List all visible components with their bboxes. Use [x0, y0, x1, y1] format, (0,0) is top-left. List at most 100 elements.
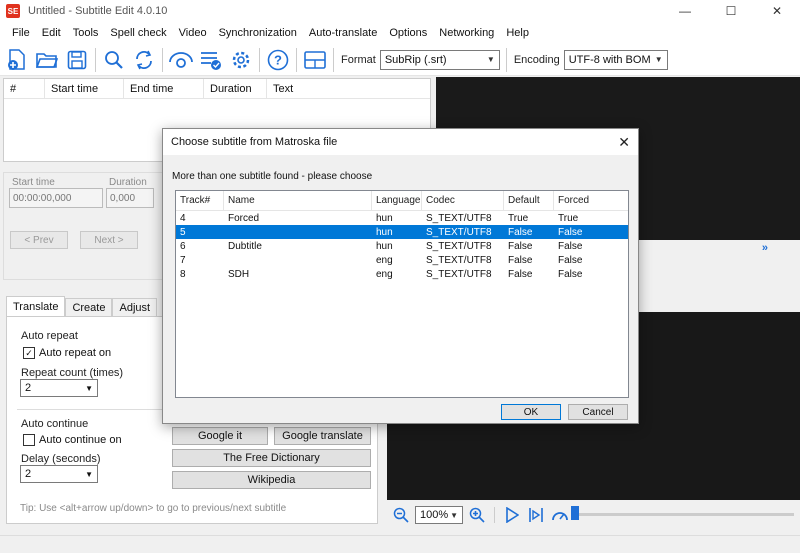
track-row-selected[interactable]: 5 hun S_TEXT/UTF8 False False [176, 225, 628, 239]
track-name [224, 253, 372, 267]
checkbox-empty [23, 434, 35, 446]
auto-repeat-on-checkbox[interactable]: ✓ Auto repeat on [23, 347, 111, 359]
grid-col-end-time[interactable]: End time [124, 79, 204, 98]
duration-field[interactable]: 0,000 [106, 188, 154, 208]
track-language: eng [376, 268, 393, 280]
menu-help[interactable]: Help [500, 27, 535, 39]
chevron-down-icon: ▼ [486, 55, 495, 64]
menu-tools[interactable]: Tools [67, 27, 105, 39]
prev-button[interactable]: < Prev [10, 231, 68, 249]
col-language[interactable]: Language [372, 191, 422, 210]
zoom-in-icon[interactable] [467, 505, 487, 525]
menu-synchronization[interactable]: Synchronization [213, 27, 303, 39]
start-time-field[interactable]: 00:00:00,000 [9, 188, 103, 208]
grid-col-start-time[interactable]: Start time [45, 79, 124, 98]
start-time-label: Start time [12, 177, 55, 188]
dialog-title: Choose subtitle from Matroska file [171, 136, 338, 148]
chevron-down-icon: ▼ [85, 469, 93, 479]
ok-button[interactable]: OK [501, 404, 561, 420]
settings-icon[interactable] [226, 46, 256, 74]
auto-continue-on-checkbox[interactable]: Auto continue on [23, 434, 122, 446]
spell-check-icon[interactable] [196, 46, 226, 74]
col-forced[interactable]: Forced [554, 191, 628, 210]
menu-options[interactable]: Options [383, 27, 433, 39]
track-row[interactable]: 8 SDH eng S_TEXT/UTF8 False False [176, 267, 628, 281]
grid-col-duration[interactable]: Duration [204, 79, 267, 98]
status-bar [0, 535, 800, 553]
help-icon[interactable]: ? [263, 46, 293, 74]
maximize-button[interactable]: ☐ [708, 0, 754, 22]
col-codec[interactable]: Codec [422, 191, 504, 210]
replace-icon[interactable] [129, 46, 159, 74]
app-icon: SE [6, 4, 20, 18]
delay-dropdown[interactable]: 2 ▼ [20, 465, 98, 483]
edit-area: Start time 00:00:00,000 Duration 0,000 <… [3, 172, 163, 280]
menu-file[interactable]: File [6, 27, 36, 39]
track-number: 5 [180, 226, 186, 238]
visual-sync-icon[interactable] [166, 46, 196, 74]
col-track[interactable]: Track# [176, 191, 224, 210]
next-button[interactable]: Next > [80, 231, 138, 249]
window-title: Untitled - Subtitle Edit 4.0.10 [28, 5, 168, 17]
wikipedia-button[interactable]: Wikipedia [172, 471, 371, 489]
scroll-right-icon[interactable]: » [762, 242, 768, 254]
track-language: hun [376, 226, 393, 238]
google-it-button[interactable]: Google it [172, 427, 268, 445]
tab-create[interactable]: Create [65, 298, 113, 316]
zoom-dropdown[interactable]: 100% ▼ [415, 506, 463, 524]
encoding-dropdown[interactable]: UTF-8 with BOM ▼ [563, 49, 668, 70]
repeat-count-value: 2 [25, 382, 32, 394]
grid-col-number[interactable]: # [4, 79, 45, 98]
speed-gauge-icon[interactable] [550, 505, 570, 525]
repeat-count-dropdown[interactable]: 2 ▼ [20, 379, 98, 397]
format-dropdown[interactable]: SubRip (.srt) ▼ [379, 49, 500, 70]
open-folder-icon[interactable] [32, 46, 62, 74]
zoom-out-icon[interactable] [391, 505, 411, 525]
subtitle-track-list[interactable]: Track# Name Language Codec Default Force… [175, 190, 629, 398]
track-language: eng [376, 254, 393, 266]
col-default[interactable]: Default [504, 191, 554, 210]
repeat-count-label: Repeat count (times) [21, 367, 124, 379]
track-row[interactable]: 7 eng S_TEXT/UTF8 False False [176, 253, 628, 267]
position-slider-track[interactable] [572, 513, 794, 516]
track-forced: False [558, 268, 583, 280]
format-value: SubRip (.srt) [384, 53, 447, 66]
menu-spell-check[interactable]: Spell check [104, 27, 172, 39]
tab-translate[interactable]: Translate [6, 296, 66, 316]
tab-adjust[interactable]: Adjust [112, 298, 158, 316]
track-forced: True [558, 212, 579, 224]
google-translate-button[interactable]: Google translate [274, 427, 371, 445]
toolbar-separator [259, 47, 260, 72]
toolbar-separator [333, 47, 334, 72]
menu-networking[interactable]: Networking [433, 27, 500, 39]
dialog-close-icon[interactable]: ✕ [618, 134, 630, 151]
menu-video[interactable]: Video [173, 27, 213, 39]
position-slider-thumb[interactable] [571, 506, 579, 520]
play-selection-icon[interactable] [526, 505, 546, 525]
save-icon[interactable] [62, 46, 92, 74]
minimize-button[interactable]: — [662, 0, 708, 22]
track-default: False [508, 254, 533, 266]
track-number: 4 [180, 212, 186, 224]
find-icon[interactable] [99, 46, 129, 74]
track-row[interactable]: 6 Dubtitle hun S_TEXT/UTF8 False False [176, 239, 628, 253]
menu-bar: File Edit Tools Spell check Video Synchr… [0, 22, 800, 44]
close-button[interactable]: ✕ [754, 0, 800, 22]
track-name: Forced [228, 212, 260, 224]
track-codec: S_TEXT/UTF8 [426, 254, 492, 266]
grid-header: # Start time End time Duration Text [4, 79, 430, 99]
track-default: False [508, 268, 533, 280]
free-dictionary-button[interactable]: The Free Dictionary [172, 449, 371, 467]
track-forced: False [558, 240, 583, 252]
track-row[interactable]: 4 Forced hun S_TEXT/UTF8 True True [176, 211, 628, 225]
track-list-header: Track# Name Language Codec Default Force… [176, 191, 628, 211]
play-icon[interactable] [502, 505, 522, 525]
cancel-button[interactable]: Cancel [568, 404, 628, 420]
menu-auto-translate[interactable]: Auto-translate [303, 27, 383, 39]
auto-continue-title: Auto continue [21, 418, 89, 430]
menu-edit[interactable]: Edit [36, 27, 67, 39]
col-name[interactable]: Name [224, 191, 372, 210]
grid-col-text[interactable]: Text [267, 79, 430, 98]
new-file-icon[interactable] [2, 46, 32, 74]
layout-icon[interactable] [300, 46, 330, 74]
